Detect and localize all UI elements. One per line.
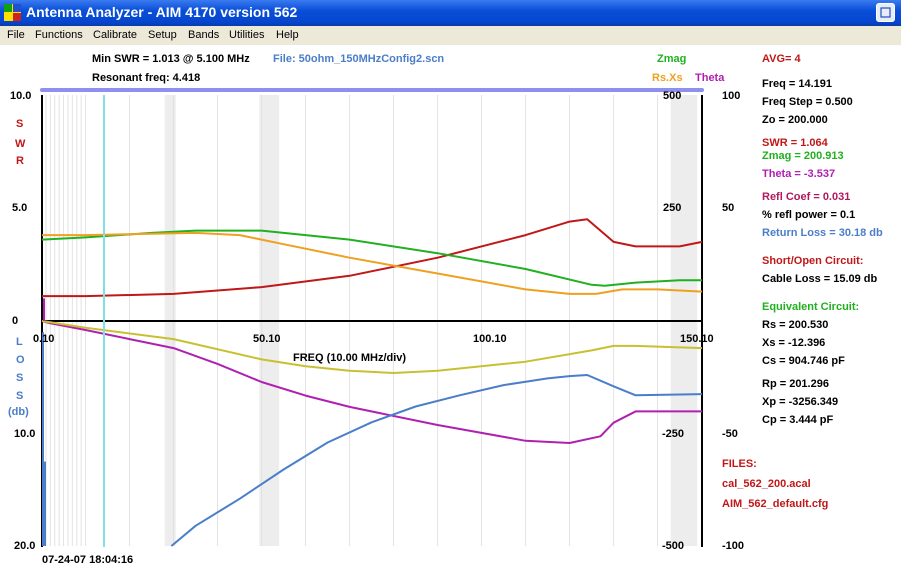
menu-bands[interactable]: Bands	[188, 29, 219, 41]
menu-bar: File Functions Calibrate Setup Bands Uti…	[0, 26, 901, 45]
zmag-readout: Zmag = 200.913	[762, 150, 844, 162]
resonant-freq: Resonant freq: 4.418	[92, 72, 201, 84]
loss-letter-s2: S	[16, 390, 24, 402]
min-swr: Min SWR = 1.013 @ 5.100 MHz	[92, 53, 250, 65]
loss-tick-20: 20.0	[14, 540, 36, 552]
freq-tick-150: 150.10	[680, 333, 714, 345]
series-olive	[41, 320, 703, 374]
swr-letter-r: R	[16, 155, 24, 167]
freq-tick-50: 50.10	[253, 333, 281, 345]
loss-letter-s1: S	[16, 372, 24, 384]
theta-tick-100: 100	[722, 90, 741, 102]
freq-tick-0: 0.10	[33, 333, 55, 345]
swr-tick-0: 0	[12, 315, 19, 327]
swr-tick-5: 5.0	[12, 202, 28, 214]
zmag-tick-neg250: -250	[662, 428, 685, 440]
zmag-tick-neg500: -500	[662, 540, 685, 552]
theta-tick-neg50: -50	[722, 428, 738, 440]
aim-app-icon	[4, 4, 21, 21]
cal-file[interactable]: cal_562_200.acal	[722, 478, 811, 490]
close-icon	[880, 7, 891, 18]
theta-tick-neg100: -100	[722, 540, 745, 552]
avg-readout: AVG= 4	[762, 53, 801, 65]
xs-readout: Xs = -12.396	[762, 337, 826, 349]
loss-unit: (db)	[8, 406, 29, 418]
xp-readout: Xp = -3256.349	[762, 396, 839, 408]
series-layer	[41, 218, 703, 547]
freq-axis-label: FREQ (10.00 MHz/div)	[293, 352, 407, 364]
swr-readout: SWR = 1.064	[762, 137, 828, 149]
zmag-tick-250: 250	[663, 202, 682, 214]
loss-letter-o: O	[16, 354, 25, 366]
rs-readout: Rs = 200.530	[762, 319, 829, 331]
series-loss	[170, 374, 703, 547]
swr-letter-s: S	[16, 118, 24, 130]
freq-tick-100: 100.10	[473, 333, 507, 345]
rp-readout: Rp = 201.296	[762, 378, 829, 390]
freq-step-readout: Freq Step = 0.500	[762, 96, 853, 108]
equiv-circuit-heading: Equivalent Circuit:	[762, 301, 860, 313]
timestamp: 07-24-07 18:04:16	[42, 554, 134, 566]
refl-power-readout: % refl power = 0.1	[762, 209, 856, 221]
window-close-button[interactable]	[876, 3, 895, 22]
short-open-heading: Short/Open Circuit:	[762, 255, 864, 267]
title-bar: Antenna Analyzer - AIM 4170 version 562	[0, 0, 901, 26]
loss-tick-10: 10.0	[14, 428, 36, 440]
cs-readout: Cs = 904.746 pF	[762, 355, 845, 367]
zmag-legend: Zmag	[657, 53, 687, 65]
menu-setup[interactable]: Setup	[148, 29, 177, 41]
scan-file: File: 50ohm_150MHzConfig2.scn	[273, 53, 445, 65]
menu-utilities[interactable]: Utilities	[229, 29, 264, 41]
cable-loss-readout: Cable Loss = 15.09 db	[762, 273, 878, 285]
menu-help[interactable]: Help	[276, 29, 299, 41]
return-loss-readout: Return Loss = 30.18 db	[762, 227, 883, 239]
config-file[interactable]: AIM_562_default.cfg	[722, 498, 828, 510]
loss-letter-l: L	[16, 336, 23, 348]
window-title: Antenna Analyzer - AIM 4170 version 562	[26, 4, 298, 20]
swr-letter-w: W	[15, 138, 26, 150]
theta-readout: Theta = -3.537	[762, 168, 836, 180]
files-heading: FILES:	[722, 458, 757, 470]
zo-readout: Zo = 200.000	[762, 114, 828, 126]
menu-calibrate[interactable]: Calibrate	[93, 29, 137, 41]
zmag-tick-500: 500	[663, 90, 682, 102]
rsxs-legend: Rs.Xs	[652, 72, 683, 84]
analyzer-main: Min SWR = 1.013 @ 5.100 MHz Resonant fre…	[0, 45, 901, 567]
menu-functions[interactable]: Functions	[35, 29, 83, 41]
theta-legend: Theta	[695, 72, 725, 84]
cp-readout: Cp = 3.444 pF	[762, 414, 834, 426]
refl-coef-readout: Refl Coef = 0.031	[762, 191, 851, 203]
series-zmag	[41, 229, 702, 287]
swr-tick-10: 10.0	[10, 90, 32, 102]
theta-tick-50: 50	[722, 202, 735, 214]
menu-file[interactable]: File	[7, 29, 25, 41]
freq-readout: Freq = 14.191	[762, 78, 833, 90]
